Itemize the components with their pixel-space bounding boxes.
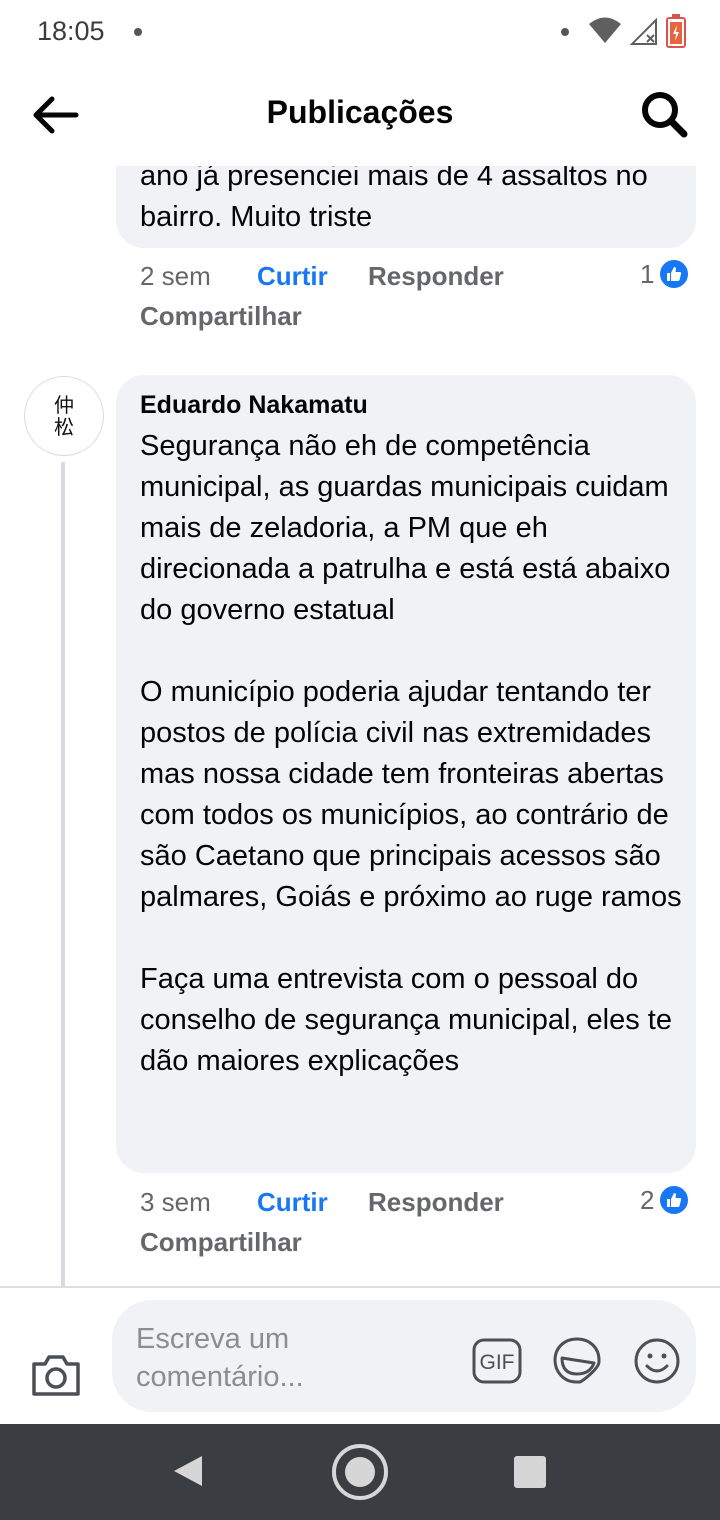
- comment-time[interactable]: 2 sem: [140, 261, 211, 292]
- app-header: Publicações: [0, 64, 720, 166]
- page-title: Publicações: [266, 94, 454, 130]
- battery-icon: [666, 14, 686, 48]
- signal-icon: [630, 18, 657, 45]
- avatar-text: 仲松: [54, 393, 74, 439]
- like-button[interactable]: Curtir: [257, 1187, 328, 1218]
- thumbs-up-icon: [658, 1184, 691, 1216]
- notification-dot-icon: [134, 28, 142, 36]
- status-time: 18:05: [37, 16, 105, 46]
- search-icon[interactable]: [638, 88, 690, 140]
- comment-placeholder[interactable]: Escreva um comentário...: [136, 1320, 386, 1396]
- share-button[interactable]: Compartilhar: [140, 301, 302, 332]
- avatar[interactable]: 仲松: [24, 376, 104, 456]
- gif-label: GIF: [480, 1351, 515, 1374]
- nav-back-icon[interactable]: [172, 1454, 204, 1488]
- like-button[interactable]: Curtir: [257, 261, 328, 292]
- reaction-summary[interactable]: 2: [640, 1184, 691, 1216]
- comment-paragraph: Faça uma entrevista com o pessoal do con…: [140, 963, 672, 1077]
- emoji-icon[interactable]: [632, 1336, 682, 1386]
- wifi-icon: [589, 17, 621, 43]
- comment-text: Segurança não eh de competência municipa…: [140, 426, 685, 1082]
- comment-composer: Escreva um comentário... GIF: [0, 1286, 720, 1424]
- sticker-icon[interactable]: [552, 1336, 602, 1386]
- system-nav-bar: [0, 1424, 720, 1520]
- comment-input[interactable]: Escreva um comentário... GIF: [112, 1300, 696, 1412]
- nav-home-icon[interactable]: [330, 1442, 390, 1502]
- share-button[interactable]: Compartilhar: [140, 1227, 302, 1258]
- reaction-count: 2: [640, 1184, 655, 1215]
- previous-comment-text: ano já presenciei mais de 4 assaltos no …: [140, 166, 648, 233]
- reaction-summary[interactable]: 1: [640, 258, 691, 290]
- reply-button[interactable]: Responder: [368, 1187, 504, 1218]
- comment-time[interactable]: 3 sem: [140, 1187, 211, 1218]
- comments-list: ano já presenciei mais de 4 assaltos no …: [0, 166, 720, 1286]
- notification-dot-icon: [561, 28, 569, 36]
- status-bar: 18:05: [0, 0, 720, 64]
- reply-button[interactable]: Responder: [368, 261, 504, 292]
- nav-recent-apps-icon[interactable]: [514, 1456, 546, 1488]
- comment-author[interactable]: Eduardo Nakamatu: [140, 391, 368, 420]
- comment-bubble[interactable]: Eduardo Nakamatu Segurança não eh de com…: [116, 375, 696, 1173]
- comment-paragraph: Segurança não eh de competência municipa…: [140, 430, 671, 626]
- thread-line: [61, 462, 65, 1286]
- gif-icon[interactable]: GIF: [472, 1336, 522, 1386]
- comment-paragraph: O município poderia ajudar tentando ter …: [140, 676, 682, 913]
- reaction-count: 1: [640, 258, 655, 289]
- previous-comment-bubble[interactable]: ano já presenciei mais de 4 assaltos no …: [116, 166, 696, 248]
- thumbs-up-icon: [658, 258, 691, 290]
- camera-icon[interactable]: [30, 1352, 82, 1398]
